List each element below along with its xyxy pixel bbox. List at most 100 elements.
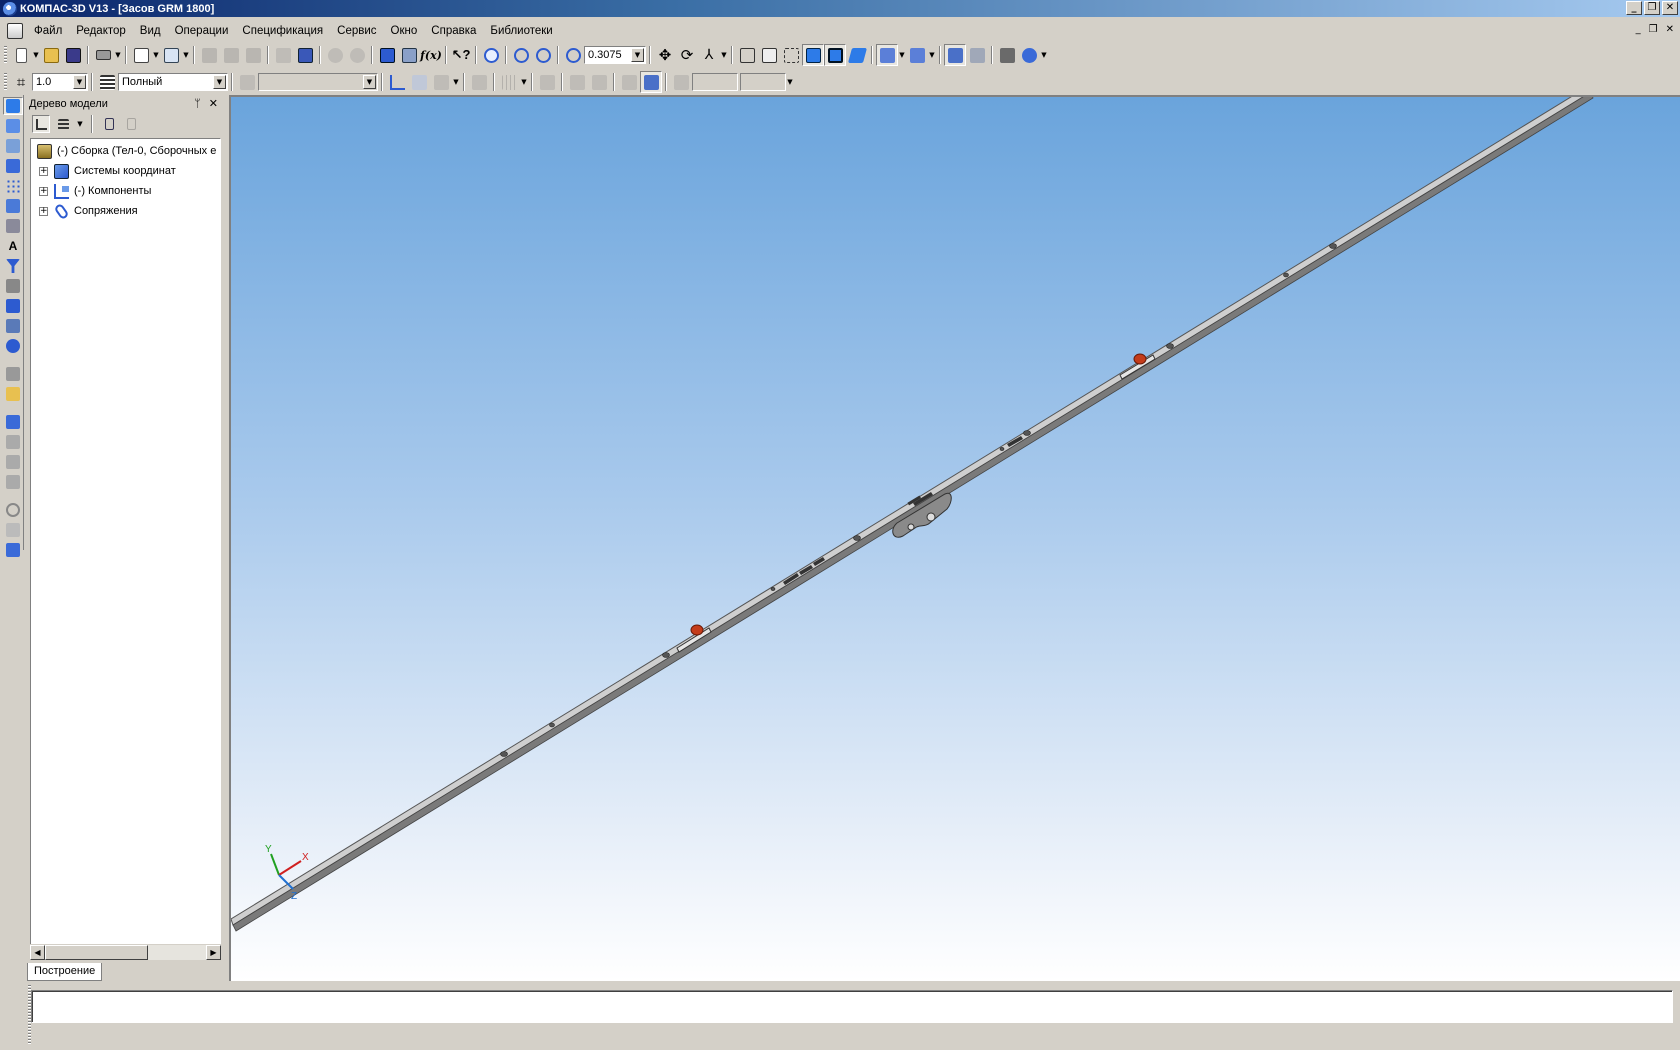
shaded-button[interactable] <box>802 44 824 66</box>
new-document-button[interactable] <box>10 44 32 66</box>
tree-props-button[interactable] <box>122 115 140 133</box>
structure-button[interactable] <box>54 115 72 133</box>
select-button[interactable] <box>906 44 928 66</box>
zoom-combo[interactable]: 0.3075 ▼ <box>584 46 646 64</box>
rebuild-button[interactable] <box>1018 44 1040 66</box>
panel-reports-button[interactable] <box>3 297 23 315</box>
chevron-down-icon[interactable]: ▼ <box>898 51 906 59</box>
tree-item-coordinate-systems[interactable]: + Системы координат <box>31 161 220 181</box>
menu-help[interactable]: Справка <box>424 25 483 37</box>
doc-minimize-button[interactable]: _ <box>1636 24 1641 35</box>
angle-button[interactable] <box>566 71 588 93</box>
chevron-down-icon[interactable]: ▼ <box>32 51 40 59</box>
menu-operations[interactable]: Операции <box>168 25 236 37</box>
snaps-button[interactable] <box>640 71 662 93</box>
menu-service[interactable]: Сервис <box>330 25 383 37</box>
variables-button[interactable]: f(x) <box>420 44 442 66</box>
toolbar-grip[interactable] <box>4 73 7 91</box>
coords-button[interactable] <box>670 71 692 93</box>
panel-surfaces-button[interactable] <box>3 157 23 175</box>
chevron-down-icon[interactable]: ▼ <box>213 75 226 89</box>
scroll-left-icon[interactable]: ◀ <box>30 945 45 960</box>
panel-mates-button[interactable] <box>3 217 23 235</box>
panel-grip[interactable] <box>28 985 31 1045</box>
panel-filters-button[interactable] <box>3 257 23 275</box>
panel-copy-button[interactable] <box>3 433 23 451</box>
thin-hidden-button[interactable] <box>780 44 802 66</box>
open-button[interactable] <box>40 44 62 66</box>
panel-spatial-curves-button[interactable] <box>3 137 23 155</box>
measure-button[interactable] <box>996 44 1018 66</box>
more-icon[interactable]: ▼ <box>786 78 794 86</box>
undo-button[interactable] <box>324 44 346 66</box>
preview-button[interactable] <box>130 44 152 66</box>
ortho-button[interactable] <box>536 71 558 93</box>
upper-stud[interactable] <box>1133 353 1147 365</box>
tree-horizontal-scrollbar[interactable]: ◀ ▶ <box>30 944 221 960</box>
lock-bar-model[interactable] <box>231 97 1594 932</box>
panel-search-button[interactable] <box>3 501 23 519</box>
panel-part-button[interactable] <box>3 117 23 135</box>
panel-more-button[interactable] <box>3 541 23 559</box>
zoom-scale-button[interactable] <box>562 44 584 66</box>
layer-combo[interactable]: ▼ <box>258 73 378 91</box>
redo-button[interactable] <box>346 44 368 66</box>
toolbar-grip[interactable] <box>4 46 7 64</box>
expand-icon[interactable]: + <box>39 206 48 216</box>
cut-button[interactable] <box>198 44 220 66</box>
chevron-down-icon[interactable]: ▼ <box>720 51 728 59</box>
filter-button[interactable] <box>876 44 898 66</box>
panel-open-button[interactable] <box>3 385 23 403</box>
panel-move-button[interactable] <box>3 453 23 471</box>
model-canvas[interactable]: Y X Z <box>231 97 1680 981</box>
coord-y-field[interactable] <box>740 73 786 91</box>
manager-button[interactable] <box>160 44 182 66</box>
scroll-thumb[interactable] <box>45 945 148 960</box>
build-order-button[interactable] <box>32 115 50 133</box>
style-combo[interactable]: Полный ▼ <box>118 73 228 91</box>
chevron-down-icon[interactable]: ▼ <box>114 51 122 59</box>
edit-button[interactable] <box>430 71 452 93</box>
chevron-down-icon[interactable]: ▼ <box>452 78 460 86</box>
menu-window[interactable]: Окно <box>384 25 425 37</box>
pin-icon[interactable]: ᛘ <box>194 97 201 110</box>
panel-aux-geometry-button[interactable] <box>3 197 23 215</box>
layers-button[interactable] <box>376 44 398 66</box>
panel-dimensions-button[interactable]: A <box>3 237 23 255</box>
tree-item-mates[interactable]: + Сопряжения <box>31 201 220 221</box>
panel-component-button[interactable] <box>3 365 23 383</box>
close-icon[interactable]: ✕ <box>209 97 218 110</box>
tab-build[interactable]: Построение <box>27 963 103 981</box>
assembly-document-icon[interactable] <box>7 22 23 39</box>
scroll-right-icon[interactable]: ▶ <box>206 945 221 960</box>
chevron-down-icon[interactable]: ▼ <box>928 51 936 59</box>
paste-button[interactable] <box>242 44 264 66</box>
local-cs-button[interactable] <box>386 71 408 93</box>
wireframe-button[interactable] <box>736 44 758 66</box>
chevron-down-icon[interactable]: ▼ <box>631 48 644 62</box>
spec-button[interactable] <box>294 44 316 66</box>
properties-button[interactable] <box>272 44 294 66</box>
step-combo[interactable]: 1.0 ▼ <box>32 73 88 91</box>
panel-insert-button[interactable] <box>3 413 23 431</box>
chevron-down-icon[interactable]: ▼ <box>363 75 376 89</box>
help-button[interactable]: ↖? <box>450 44 472 66</box>
menu-view[interactable]: Вид <box>133 25 168 37</box>
tree-toggle-button[interactable] <box>398 44 420 66</box>
chevron-down-icon[interactable]: ▼ <box>152 51 160 59</box>
panel-sheet-button[interactable] <box>3 337 23 355</box>
doc-restore-button[interactable]: ❐ <box>1649 24 1658 35</box>
library-button[interactable] <box>966 44 988 66</box>
chevron-down-icon[interactable]: ▼ <box>182 51 190 59</box>
lower-stud[interactable] <box>690 624 704 636</box>
perspective-button[interactable] <box>846 44 868 66</box>
sketch-button[interactable] <box>408 71 430 93</box>
pan-button[interactable]: ✥ <box>654 44 676 66</box>
panel-diagnostics-button[interactable] <box>3 317 23 335</box>
panel-spec-button[interactable] <box>3 277 23 295</box>
save-button[interactable] <box>62 44 84 66</box>
restore-button[interactable]: ❐ <box>1644 1 1660 15</box>
step-cursor-button[interactable]: ⌗ <box>10 71 32 93</box>
orientation-button[interactable]: ⅄ <box>698 44 720 66</box>
panel-arrays-button[interactable] <box>3 177 23 195</box>
